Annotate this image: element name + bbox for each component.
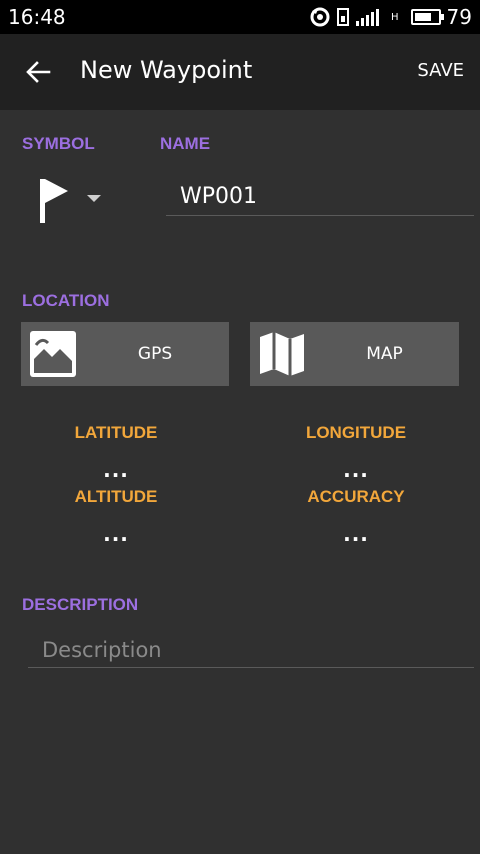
location-label: LOCATION <box>22 291 110 310</box>
flag-icon <box>40 179 68 223</box>
battery-icon <box>410 9 444 25</box>
image-icon <box>30 331 76 377</box>
name-label: NAME <box>160 134 211 153</box>
description-label: DESCRIPTION <box>22 595 139 614</box>
chevron-down-icon <box>87 195 101 202</box>
altitude-label: ALTITUDE <box>74 487 158 506</box>
longitude-label: LONGITUDE <box>305 423 407 442</box>
gps-button[interactable]: GPS <box>21 322 229 386</box>
page-title: New Waypoint <box>80 56 253 84</box>
gps-icon-box <box>25 322 81 386</box>
sync-icon <box>309 6 331 28</box>
map-icon <box>260 332 304 376</box>
gps-button-label: GPS <box>137 344 173 364</box>
sim-icon <box>337 8 350 26</box>
status-time: 16:48 <box>8 5 66 29</box>
back-arrow-icon <box>26 61 51 83</box>
signal-icon <box>355 7 389 27</box>
name-input[interactable] <box>166 178 474 216</box>
map-button[interactable]: MAP <box>250 322 459 386</box>
save-button[interactable]: SAVE <box>417 60 464 81</box>
accuracy-value: ... <box>343 522 369 546</box>
status-icons: H 79 <box>309 4 472 30</box>
back-button[interactable] <box>20 54 56 90</box>
symbol-label: SYMBOL <box>22 134 95 153</box>
accuracy-label: ACCURACY <box>307 487 405 506</box>
description-input[interactable] <box>28 632 474 668</box>
map-button-label: MAP <box>366 344 403 364</box>
latitude-label: LATITUDE <box>74 423 158 442</box>
longitude-value: ... <box>343 458 369 482</box>
latitude-value: ... <box>103 458 129 482</box>
battery-fill <box>414 13 432 21</box>
altitude-value: ... <box>103 522 129 546</box>
symbol-picker[interactable] <box>30 170 120 226</box>
network-type: H <box>391 11 399 23</box>
toolbar: New Waypoint SAVE <box>0 34 480 110</box>
map-icon-box <box>254 322 310 386</box>
status-bar: 16:48 H 79 <box>0 0 480 34</box>
battery-level: 79 <box>446 5 472 29</box>
